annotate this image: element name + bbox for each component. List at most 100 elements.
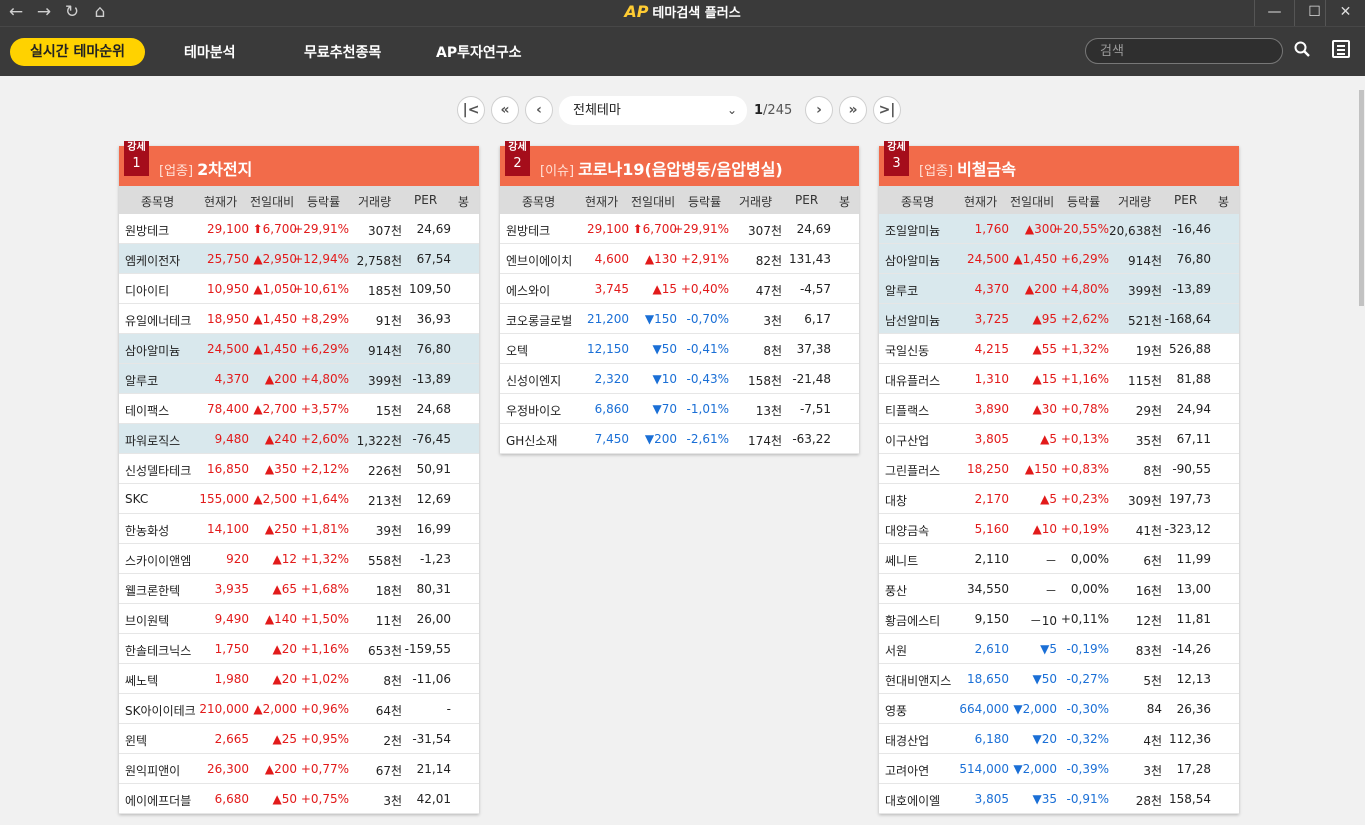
stock-name[interactable]: 대양금속	[885, 522, 929, 539]
table-row[interactable]: 영풍 664,000 ▼2,000 -0,30% 84 26,36	[879, 694, 1239, 724]
stock-name[interactable]: 한솔테크닉스	[125, 642, 191, 659]
table-row[interactable]: 태경산업 6,180 ▼20 -0,32% 4천 112,36	[879, 724, 1239, 754]
prev-page-button[interactable]: ‹	[525, 96, 553, 124]
table-row[interactable]: 엔브이에이치 4,600 ▲130 +2,91% 82천 131,43	[500, 244, 859, 274]
stock-name[interactable]: 티플랙스	[885, 402, 929, 419]
stock-name[interactable]: 신성이엔지	[506, 372, 561, 389]
stock-name[interactable]: 풍산	[885, 582, 907, 599]
table-row[interactable]: 스카이이앤엠 920 ▲12 +1,32% 558천 -1,23	[119, 544, 479, 574]
stock-name[interactable]: 그린플러스	[885, 462, 940, 479]
table-row[interactable]: 그린플러스 18,250 ▲150 +0,83% 8천 -90,55	[879, 454, 1239, 484]
stock-name[interactable]: 테이팩스	[125, 402, 169, 419]
stock-name[interactable]: 영풍	[885, 702, 907, 719]
table-row[interactable]: 신성델타테크 16,850 ▲350 +2,12% 226천 50,91	[119, 454, 479, 484]
stock-name[interactable]: 삼아알미늄	[125, 342, 180, 359]
table-row[interactable]: 웰크론한텍 3,935 ▲65 +1,68% 18천 80,31	[119, 574, 479, 604]
table-row[interactable]: 원방테크 29,100 ⬆6,700 +29,91% 307천 24,69	[500, 214, 859, 244]
stock-name[interactable]: 이구산업	[885, 432, 929, 449]
stock-name[interactable]: 코오롱글로벌	[506, 312, 572, 329]
theme-select[interactable]: 전체테마 ⌄	[559, 96, 747, 125]
table-row[interactable]: 알루코 4,370 ▲200 +4,80% 399천 -13,89	[879, 274, 1239, 304]
stock-name[interactable]: 조일알미늄	[885, 222, 940, 239]
stock-name[interactable]: 알루코	[885, 282, 918, 299]
stock-name[interactable]: 태경산업	[885, 732, 929, 749]
table-row[interactable]: 쎄노텍 1,980 ▲20 +1,02% 8천 -11,06	[119, 664, 479, 694]
table-row[interactable]: 원방테크 29,100 ⬆6,700 +29,91% 307천 24,69	[119, 214, 479, 244]
table-row[interactable]: 원익피앤이 26,300 ▲200 +0,77% 67천 21,14	[119, 754, 479, 784]
stock-name[interactable]: 오텍	[506, 342, 528, 359]
next-page-button[interactable]: ›	[805, 96, 833, 124]
stock-name[interactable]: SKC	[125, 492, 148, 506]
table-row[interactable]: 남선알미늄 3,725 ▲95 +2,62% 521천 -168,64	[879, 304, 1239, 334]
table-row[interactable]: 테이팩스 78,400 ▲2,700 +3,57% 15천 24,68	[119, 394, 479, 424]
stock-name[interactable]: 남선알미늄	[885, 312, 940, 329]
table-row[interactable]: 오텍 12,150 ▼50 -0,41% 8천 37,38	[500, 334, 859, 364]
table-row[interactable]: 알루코 4,370 ▲200 +4,80% 399천 -13,89	[119, 364, 479, 394]
table-row[interactable]: 엠케이전자 25,750 ▲2,950 +12,94% 2,758천 67,54	[119, 244, 479, 274]
minimize-icon[interactable]: —	[1254, 0, 1294, 26]
stock-name[interactable]: 알루코	[125, 372, 158, 389]
last-page-button[interactable]: >|	[873, 96, 901, 124]
stock-name[interactable]: 쎄니트	[885, 552, 918, 569]
stock-name[interactable]: 황금에스티	[885, 612, 940, 629]
scrollbar-thumb[interactable]	[1359, 90, 1364, 306]
table-row[interactable]: 서원 2,610 ▼5 -0,19% 83천 -14,26	[879, 634, 1239, 664]
stock-name[interactable]: 국일신동	[885, 342, 929, 359]
panel-header[interactable]: 강세 1 [업종] 2차전지	[119, 141, 479, 186]
stock-name[interactable]: 대유플러스	[885, 372, 940, 389]
table-row[interactable]: GH신소재 7,450 ▼200 -2,61% 174천 -63,22	[500, 424, 859, 454]
stock-name[interactable]: 대창	[885, 492, 907, 509]
table-row[interactable]: 한농화성 14,100 ▲250 +1,81% 39천 16,99	[119, 514, 479, 544]
tab-ap-research[interactable]: AP투자연구소	[436, 42, 522, 62]
stock-name[interactable]: 신성델타테크	[125, 462, 191, 479]
stock-name[interactable]: 파워로직스	[125, 432, 180, 449]
stock-name[interactable]: 엔브이에이치	[506, 252, 572, 269]
tab-theme-analysis[interactable]: 테마분석	[184, 42, 236, 62]
table-row[interactable]: 대호에이엘 3,805 ▼35 -0,91% 28천 158,54	[879, 784, 1239, 814]
close-icon[interactable]: ✕	[1325, 0, 1365, 26]
table-row[interactable]: 이구산업 3,805 ▲5 +0,13% 35천 67,11	[879, 424, 1239, 454]
table-row[interactable]: 황금에스티 9,150 －10 +0,11% 12천 11,81	[879, 604, 1239, 634]
table-row[interactable]: 대양금속 5,160 ▲10 +0,19% 41천 -323,12	[879, 514, 1239, 544]
table-row[interactable]: 대유플러스 1,310 ▲15 +1,16% 115천 81,88	[879, 364, 1239, 394]
table-row[interactable]: SKC 155,000 ▲2,500 +1,64% 213천 12,69	[119, 484, 479, 514]
table-row[interactable]: 삼아알미늄 24,500 ▲1,450 +6,29% 914천 76,80	[879, 244, 1239, 274]
table-row[interactable]: 한솔테크닉스 1,750 ▲20 +1,16% 653천 -159,55	[119, 634, 479, 664]
table-row[interactable]: 조일알미늄 1,760 ▲300 +20,55% 20,638천 -16,46	[879, 214, 1239, 244]
panel-header[interactable]: 강세 3 [업종] 비철금속	[879, 141, 1239, 186]
stock-name[interactable]: 원익피앤이	[125, 762, 180, 779]
stock-name[interactable]: 한농화성	[125, 522, 169, 539]
prev-block-button[interactable]: «	[491, 96, 519, 124]
stock-name[interactable]: 원방테크	[506, 222, 550, 239]
stock-name[interactable]: 고려아연	[885, 762, 929, 779]
table-row[interactable]: 고려아연 514,000 ▼2,000 -0,39% 3천 17,28	[879, 754, 1239, 784]
stock-name[interactable]: 대호에이엘	[885, 792, 940, 809]
table-row[interactable]: 윈텍 2,665 ▲25 +0,95% 2천 -31,54	[119, 724, 479, 754]
table-row[interactable]: 풍산 34,550 － 0,00% 16천 13,00	[879, 574, 1239, 604]
table-row[interactable]: 삼아알미늄 24,500 ▲1,450 +6,29% 914천 76,80	[119, 334, 479, 364]
table-row[interactable]: 유일에너테크 18,950 ▲1,450 +8,29% 91천 36,93	[119, 304, 479, 334]
next-block-button[interactable]: »	[839, 96, 867, 124]
stock-name[interactable]: 디아이티	[125, 282, 169, 299]
stock-name[interactable]: 브이원텍	[125, 612, 169, 629]
stock-name[interactable]: 서원	[885, 642, 907, 659]
table-row[interactable]: 에이에프더블 6,680 ▲50 +0,75% 3천 42,01	[119, 784, 479, 814]
stock-name[interactable]: 삼아알미늄	[885, 252, 940, 269]
tab-realtime-theme-rank[interactable]: 실시간 테마순위	[10, 38, 145, 66]
table-row[interactable]: 국일신동 4,215 ▲55 +1,32% 19천 526,88	[879, 334, 1239, 364]
stock-name[interactable]: 스카이이앤엠	[125, 552, 191, 569]
table-row[interactable]: SK아이이테크 210,000 ▲2,000 +0,96% 64천 -	[119, 694, 479, 724]
stock-name[interactable]: 에스와이	[506, 282, 550, 299]
search-icon[interactable]	[1294, 41, 1310, 61]
first-page-button[interactable]: |<	[457, 96, 485, 124]
list-menu-icon[interactable]	[1332, 40, 1350, 58]
stock-name[interactable]: 원방테크	[125, 222, 169, 239]
stock-name[interactable]: SK아이이테크	[125, 702, 196, 719]
table-row[interactable]: 쎄니트 2,110 － 0,00% 6천 11,99	[879, 544, 1239, 574]
stock-name[interactable]: GH신소재	[506, 432, 557, 449]
stock-name[interactable]: 유일에너테크	[125, 312, 191, 329]
table-row[interactable]: 디아이티 10,950 ▲1,050 +10,61% 185천 109,50	[119, 274, 479, 304]
panel-header[interactable]: 강세 2 [이슈] 코로나19(음압병동/음압병실)	[500, 141, 859, 186]
table-row[interactable]: 대창 2,170 ▲5 +0,23% 309천 197,73	[879, 484, 1239, 514]
stock-name[interactable]: 에이에프더블	[125, 792, 191, 809]
